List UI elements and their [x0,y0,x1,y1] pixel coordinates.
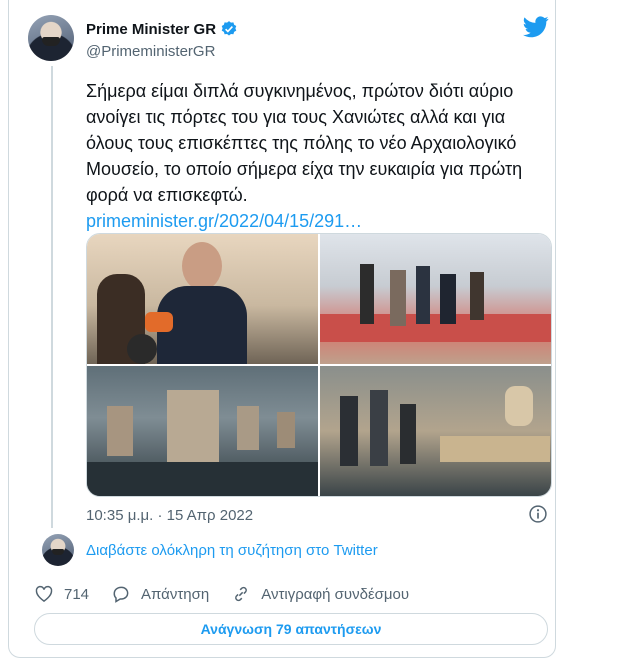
copy-link-label: Αντιγραφή συνδέσμου [261,585,410,603]
thread-line [51,66,53,528]
action-bar: 714 Απάντηση Αντιγραφή συνδέσμου [34,584,431,604]
heart-icon [35,585,53,602]
twitter-logo-icon[interactable] [523,16,549,38]
reply-button[interactable]: Απάντηση [111,584,209,604]
info-icon[interactable] [528,504,548,524]
photo-visitors-exhibits[interactable] [320,366,551,496]
author-avatar[interactable] [28,15,74,61]
tweet-link[interactable]: primeminister.gr/2022/04/15/291… [86,208,526,234]
like-button[interactable]: 714 [34,584,89,604]
tweet-timestamp[interactable]: 10:35 μ.μ. · 15 Απρ 2022 [86,507,253,524]
copy-link-button[interactable]: Αντιγραφή συνδέσμου [231,584,409,604]
media-grid[interactable] [86,233,552,497]
conversation-avatar[interactable] [42,534,74,566]
author-name[interactable]: Prime Minister GR [86,21,216,38]
verified-icon [221,21,237,36]
read-conversation-link[interactable]: Διαβάστε ολόκληρη τη συζήτηση στο Twitte… [86,542,378,559]
tweet-text: Σήμερα είμαι διπλά συγκινημένος, πρώτον … [86,78,526,234]
tweet-body: Σήμερα είμαι διπλά συγκινημένος, πρώτον … [86,81,523,205]
photo-exhibits[interactable] [87,366,318,496]
photo-museum-tour[interactable] [320,234,551,364]
photo-press-statement[interactable] [87,234,318,364]
tweet-card: Prime Minister GR @PrimeministerGR Σήμερ… [8,0,556,658]
read-replies-button[interactable]: Ανάγνωση 79 απαντήσεων [34,613,548,645]
link-icon [235,586,248,602]
reply-icon [113,586,129,603]
like-count: 714 [64,585,90,603]
author-name-row: Prime Minister GR [86,20,238,38]
reply-label: Απάντηση [141,585,210,603]
author-handle[interactable]: @PrimeministerGR [86,43,215,60]
